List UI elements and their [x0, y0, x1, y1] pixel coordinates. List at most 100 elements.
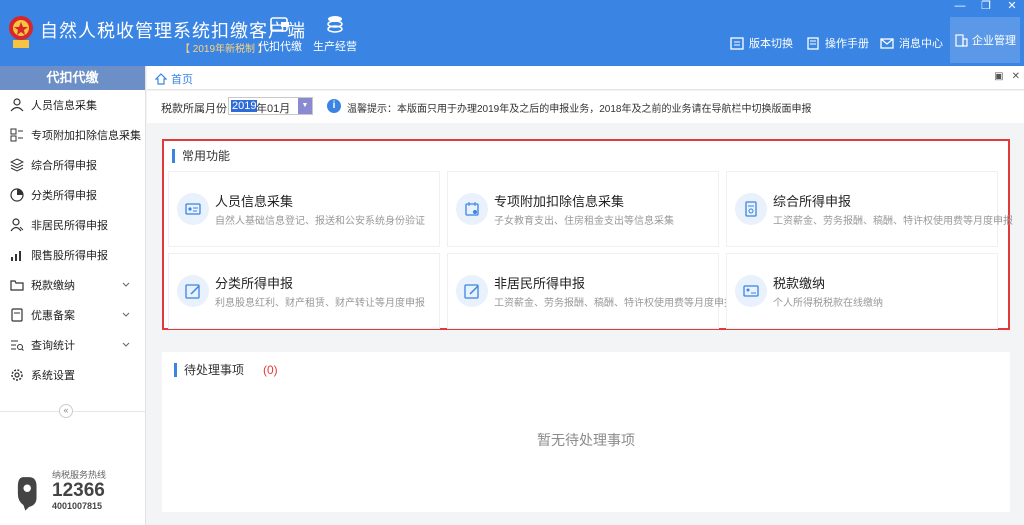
tab-controls: ▣ ✕: [994, 71, 1020, 82]
list-search-icon: [11, 340, 24, 351]
person-icon: [10, 98, 24, 112]
top-nav-label: 代扣代缴: [258, 41, 302, 53]
close-button[interactable]: ✕: [1006, 0, 1018, 14]
title-bar: 自然人税收管理系统扣缴客户端 【 2019年新税制 】 代扣代缴 生产经营 — …: [0, 0, 1024, 66]
id-card-icon: [177, 193, 209, 225]
period-month[interactable]: 年01月: [256, 100, 290, 116]
card-title: 税款缴纳: [773, 276, 826, 291]
sidebar-header: 代扣代缴: [0, 66, 145, 90]
top-nav-business[interactable]: 生产经营: [305, 14, 365, 54]
document-icon: [735, 193, 767, 225]
message-center-button[interactable]: 消息中心: [880, 35, 943, 51]
info-icon: i: [327, 99, 341, 113]
dropdown-arrow-icon[interactable]: ▼: [298, 98, 312, 114]
panel-title: 常用功能: [172, 149, 230, 163]
period-label: 税款所属月份: [161, 103, 227, 115]
sidebar-item-label: 人员信息采集: [31, 100, 97, 112]
sidebar-item-classified-income[interactable]: 分类所得申报: [0, 180, 145, 210]
sidebar-item-person-info[interactable]: 人员信息采集: [0, 90, 145, 120]
gear-icon: [11, 369, 23, 381]
breadcrumb: 首页 ▣ ✕: [147, 66, 1024, 90]
edit-icon: [177, 275, 209, 307]
layers-icon: [10, 158, 24, 172]
wallet-icon: [270, 17, 289, 32]
sidebar-item-system-settings[interactable]: 系统设置: [0, 360, 145, 390]
window-controls: — ❐ ✕: [954, 0, 1018, 14]
sidebar-item-restricted-shares[interactable]: 限售股所得申报: [0, 240, 145, 270]
sidebar-item-label: 优惠备案: [31, 310, 75, 322]
bars-icon: [11, 251, 21, 261]
version-switch-label: 版本切换: [749, 38, 793, 50]
mail-icon: [880, 37, 894, 49]
card-nonresident-income[interactable]: 非居民所得申报 工资薪金、劳务报酬、稿酬、特许权使用费等月度申报: [447, 253, 734, 329]
manual-icon: [807, 36, 819, 50]
version-switch-button[interactable]: 版本切换: [730, 35, 793, 51]
service-hotline: 纳税服务热线 12366 4001007815: [16, 468, 136, 516]
restore-button[interactable]: ❐: [980, 0, 992, 14]
top-nav-label: 生产经营: [313, 41, 357, 53]
sidebar: 代扣代缴 人员信息采集 专项附加扣除信息采集 综合所得申报 分类所得申报 非居民…: [0, 66, 146, 525]
hotline-alt-number: 4001007815: [52, 501, 103, 511]
card-desc: 子女教育支出、住房租金支出等信息采集: [494, 216, 674, 227]
sidebar-item-label: 税款缴纳: [31, 280, 75, 292]
tab-pin-icon[interactable]: ▣: [994, 71, 1003, 82]
home-icon: [155, 73, 167, 85]
sidebar-item-label: 非居民所得申报: [31, 220, 108, 232]
sidebar-collapse-button[interactable]: «: [59, 404, 73, 418]
sidebar-item-tax-payment[interactable]: 税款缴纳: [0, 270, 145, 300]
card-title: 分类所得申报: [215, 276, 294, 291]
card-person-info[interactable]: 人员信息采集 自然人基础信息登记、报送和公安系统身份验证: [168, 171, 440, 247]
sidebar-item-label: 综合所得申报: [31, 160, 97, 172]
sidebar-item-comprehensive-income[interactable]: 综合所得申报: [0, 150, 145, 180]
person-icon: [10, 218, 24, 232]
message-center-label: 消息中心: [899, 38, 943, 50]
sidebar-item-label: 查询统计: [31, 340, 75, 352]
chevron-down-icon: [122, 282, 130, 287]
sidebar-item-label: 分类所得申报: [31, 190, 97, 202]
building-icon: [955, 33, 968, 47]
chevron-down-icon: [122, 312, 130, 317]
card-desc: 个人所得税税款在线缴纳: [773, 298, 883, 309]
grid-icon: [10, 128, 23, 142]
period-year[interactable]: 2019: [231, 100, 258, 112]
sidebar-item-query-statistics[interactable]: 查询统计: [0, 330, 145, 360]
enterprise-management-label: 企业管理: [972, 35, 1016, 47]
emblem-logo: [9, 16, 33, 48]
card-desc: 工资薪金、劳务报酬、稿酬、特许权使用费等月度申报: [494, 298, 734, 309]
calendar-icon: [456, 193, 488, 225]
pending-items-panel: 待处理事项 (0) 暂无待处理事项: [162, 352, 1010, 512]
card-desc: 工资薪金、劳务报酬、稿酬、特许权使用费等月度申报: [773, 216, 1013, 227]
pending-title: 待处理事项: [174, 363, 244, 377]
card-tax-payment[interactable]: 税款缴纳 个人所得税税款在线缴纳: [726, 253, 998, 329]
folder-icon: [10, 280, 24, 291]
card-classified-income[interactable]: 分类所得申报 利息股息红利、财产租赁、财产转让等月度申报: [168, 253, 440, 329]
chevron-down-icon: [122, 132, 130, 137]
sidebar-item-label: 系统设置: [31, 370, 75, 382]
card-title: 人员信息采集: [215, 194, 294, 209]
sidebar-divider: [0, 411, 146, 412]
breadcrumb-home-label: 首页: [171, 74, 193, 86]
enterprise-management-button[interactable]: 企业管理: [950, 17, 1020, 63]
sidebar-item-special-deduction[interactable]: 专项附加扣除信息采集: [0, 120, 145, 150]
sidebar-item-preferential-filing[interactable]: 优惠备案: [0, 300, 145, 330]
chevron-down-icon: [122, 342, 130, 347]
filter-bar: 税款所属月份 2019 年01月 ▼ i 温馨提示：本版面只用于办理2019年及…: [147, 91, 1024, 123]
tip-text: 温馨提示：本版面只用于办理2019年及之后的申报业务，2018年及之前的业务请在…: [347, 104, 812, 115]
card-special-deduction[interactable]: 专项附加扣除信息采集 子女教育支出、住房租金支出等信息采集: [447, 171, 719, 247]
top-nav-withholding[interactable]: 代扣代缴: [250, 14, 310, 54]
hotline-number: 12366: [52, 480, 105, 501]
manual-label: 操作手册: [825, 38, 869, 50]
sidebar-item-nonresident-income[interactable]: 非居民所得申报: [0, 210, 145, 240]
card-desc: 自然人基础信息登记、报送和公安系统身份验证: [215, 216, 425, 227]
manual-button[interactable]: 操作手册: [806, 35, 869, 51]
card-desc: 利息股息红利、财产租赁、财产转让等月度申报: [215, 298, 425, 309]
card-comprehensive-income[interactable]: 综合所得申报 工资薪金、劳务报酬、稿酬、特许权使用费等月度申报: [726, 171, 1013, 247]
card-title: 专项附加扣除信息采集: [494, 194, 625, 209]
card-title: 非居民所得申报: [494, 276, 586, 291]
period-select[interactable]: 2019 年01月 ▼: [228, 97, 313, 115]
coins-icon: [327, 16, 343, 33]
breadcrumb-home[interactable]: 首页: [155, 71, 193, 87]
tab-close-icon[interactable]: ✕: [1012, 71, 1020, 82]
minimize-button[interactable]: —: [954, 0, 966, 14]
common-functions-panel: 常用功能 人员信息采集 自然人基础信息登记、报送和公安系统身份验证 专项附加扣除…: [162, 139, 1013, 330]
